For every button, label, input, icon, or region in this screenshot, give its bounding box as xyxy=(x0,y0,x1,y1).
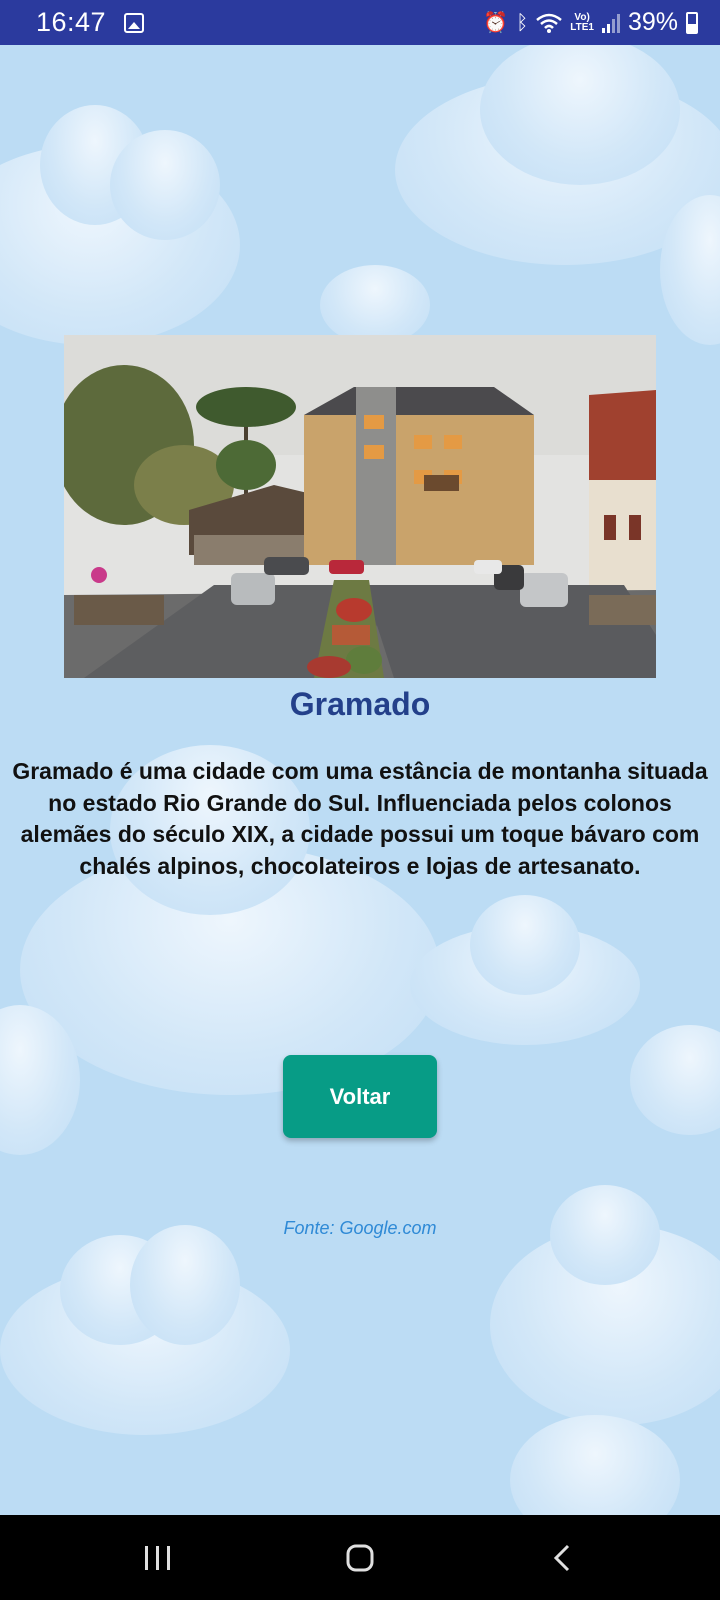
alarm-icon: ⏰ xyxy=(483,11,509,34)
wifi-icon xyxy=(536,13,563,33)
back-button[interactable]: Voltar xyxy=(283,1055,437,1138)
lte-indicator: Vo) LTE1 xyxy=(570,11,594,33)
city-description: Gramado é uma cidade com uma estância de… xyxy=(12,758,708,879)
battery-percent: 39% xyxy=(627,8,678,36)
back-nav-button[interactable] xyxy=(502,1515,622,1600)
navigation-bar xyxy=(0,1515,720,1600)
back-chevron-icon xyxy=(553,1544,570,1571)
battery-icon xyxy=(686,11,698,34)
recent-apps-button[interactable] xyxy=(98,1515,218,1600)
gallery-icon xyxy=(124,12,145,33)
status-icons: ⏰ ᛒ Vo) LTE1 39% xyxy=(483,8,698,37)
status-time: 16:47 xyxy=(36,7,107,37)
lte-line-2: LTE1 xyxy=(570,21,594,33)
gramado-street-image xyxy=(64,335,656,678)
page-title: Gramado xyxy=(289,686,431,722)
source-caption: Fonte: Google.com xyxy=(283,1218,437,1238)
gramado-photo xyxy=(64,335,656,678)
bluetooth-icon: ᛒ xyxy=(516,11,529,34)
recent-apps-icon xyxy=(145,1545,170,1570)
status-bar: 16:47 ⏰ ᛒ Vo) LTE1 39% xyxy=(0,0,720,45)
signal-icon xyxy=(601,13,620,33)
home-icon xyxy=(346,1544,374,1571)
lte-line-1: Vo) xyxy=(574,11,590,23)
home-button[interactable] xyxy=(300,1515,420,1600)
